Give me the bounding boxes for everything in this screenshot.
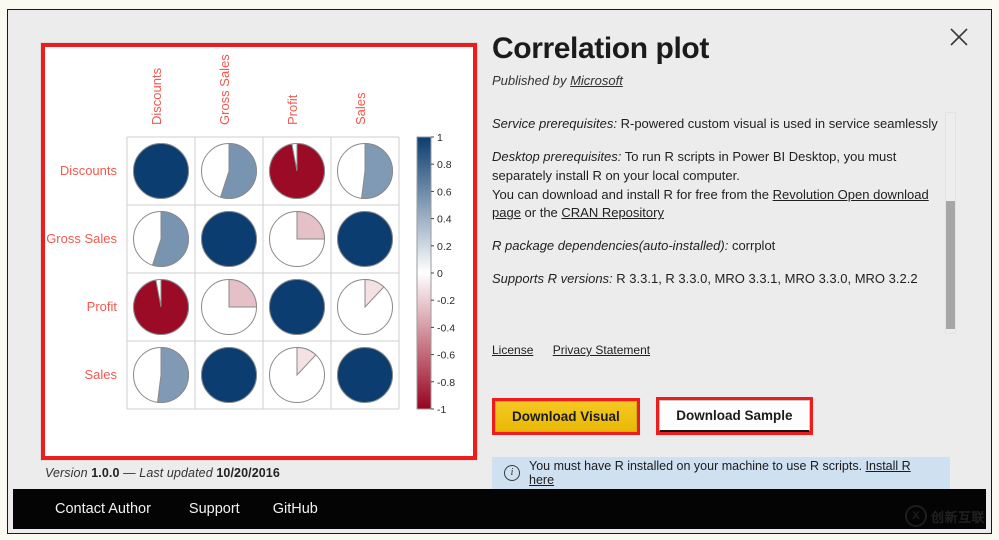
r-required-text: You must have R installed on your machin… bbox=[529, 459, 938, 487]
app-root: Discounts Gross Sales Profit Sales Discounts… bbox=[0, 0, 999, 540]
col-label-sales: Sales bbox=[353, 92, 368, 125]
pie-slice bbox=[201, 211, 257, 267]
paragraph-desktop-prereq: Desktop prerequisites: To run R scripts … bbox=[492, 148, 940, 223]
or-the-text: or the bbox=[520, 205, 562, 221]
info-icon: i bbox=[504, 465, 520, 481]
r-versions-text: R 3.3.1, R 3.3.0, MRO 3.3.1, MRO 3.3.0, … bbox=[612, 271, 918, 287]
pie-slice bbox=[269, 279, 325, 335]
package-deps-text: corrplot bbox=[728, 238, 776, 254]
privacy-statement-link[interactable]: Privacy Statement bbox=[553, 343, 650, 357]
published-prefix: Published by bbox=[492, 72, 567, 88]
colorbar-tick: 1 bbox=[437, 132, 443, 144]
r-versions-label: Supports R versions: bbox=[492, 271, 613, 287]
r-required-notice: i You must have R installed on your mach… bbox=[492, 457, 950, 489]
publisher-link[interactable]: Microsoft bbox=[570, 73, 623, 88]
colorbar-tick: -0.4 bbox=[437, 322, 455, 334]
download-sample-button[interactable]: Download Sample bbox=[659, 400, 810, 432]
watermark-text: 创新互联 bbox=[931, 509, 986, 525]
paragraph-service-prereq: Service prerequisites: R-powered custom … bbox=[492, 115, 940, 134]
close-icon bbox=[950, 28, 968, 46]
service-prereq-label: Service prerequisites: bbox=[492, 116, 617, 131]
colorbar bbox=[416, 136, 432, 410]
legal-links: License Privacy Statement bbox=[492, 343, 666, 357]
page-title: Correlation plot bbox=[492, 32, 709, 65]
row-label-sales: Sales bbox=[84, 367, 117, 382]
version-line: Version 1.0.0 — Last updated 10/20/2016 bbox=[45, 466, 280, 480]
download-visual-highlight: Download Visual bbox=[492, 397, 640, 435]
footer-item-contact-author[interactable]: Contact Author bbox=[55, 501, 151, 517]
scrollbar-thumb[interactable] bbox=[946, 201, 955, 329]
description-scrollbar[interactable] bbox=[945, 112, 956, 334]
correlation-plot: Discounts Gross Sales Profit Sales Discounts… bbox=[45, 47, 473, 456]
footer-item-support[interactable]: Support bbox=[189, 501, 240, 517]
watermark-logo-icon: X bbox=[905, 505, 927, 527]
updated-prefix: Last updated bbox=[139, 466, 213, 480]
colorbar-tick: -0.6 bbox=[437, 350, 455, 362]
license-link[interactable]: License bbox=[492, 343, 533, 357]
download-button-row: Download Visual Download Sample bbox=[492, 397, 825, 435]
cran-repository-link[interactable]: CRAN Repository bbox=[561, 205, 664, 220]
r-required-message: You must have R installed on your machin… bbox=[529, 459, 866, 473]
version-prefix: Version bbox=[45, 466, 88, 480]
paragraph-package-deps: R package dependencies(auto-installed): … bbox=[492, 237, 940, 256]
description-scroll-area[interactable]: Service prerequisites: R-powered custom … bbox=[492, 115, 940, 365]
pie-slice bbox=[337, 347, 393, 403]
col-label-discounts: Discounts bbox=[149, 67, 164, 125]
visual-preview: Discounts Gross Sales Profit Sales Discounts… bbox=[41, 43, 477, 460]
colorbar-tick: -1 bbox=[437, 404, 446, 416]
paragraph-r-versions: Supports R versions: R 3.3.1, R 3.3.0, M… bbox=[492, 270, 940, 289]
pie-slice bbox=[269, 142, 325, 199]
footer-item-github[interactable]: GitHub bbox=[273, 501, 318, 517]
colorbar-tick: 0 bbox=[437, 268, 443, 280]
colorbar-tick: 0.4 bbox=[437, 214, 452, 226]
colorbar-tick: -0.2 bbox=[437, 295, 455, 307]
row-label-discounts: Discounts bbox=[60, 163, 118, 178]
watermark: X 创新互联 bbox=[905, 503, 993, 529]
download-sentence: You can download and install R for free … bbox=[492, 186, 773, 202]
updated-value: 10/20/2016 bbox=[216, 466, 280, 480]
close-button[interactable] bbox=[946, 24, 972, 50]
desktop-prereq-label: Desktop prerequisites: bbox=[492, 148, 622, 164]
pie-slice bbox=[201, 347, 257, 403]
download-sample-highlight: Download Sample bbox=[656, 397, 813, 435]
service-prereq-text: R-powered custom visual is used in servi… bbox=[617, 116, 938, 131]
colorbar-tick: 0.6 bbox=[437, 186, 452, 198]
col-label-profit: Profit bbox=[285, 94, 300, 125]
pie-slice bbox=[133, 143, 189, 199]
colorbar-tick: 0.8 bbox=[437, 159, 452, 171]
package-deps-label: R package dependencies(auto-installed): bbox=[492, 238, 729, 254]
row-label-profit: Profit bbox=[87, 299, 118, 314]
footer-nav: Contact Author Support GitHub bbox=[13, 489, 986, 529]
pie-slice bbox=[133, 278, 189, 335]
pie-slice bbox=[337, 211, 393, 267]
download-visual-button[interactable]: Download Visual bbox=[495, 400, 637, 432]
publisher-line: Published by Microsoft bbox=[492, 73, 962, 88]
colorbar-tick: 0.2 bbox=[437, 241, 452, 253]
version-value: 1.0.0 bbox=[91, 466, 120, 480]
colorbar-tick: -0.8 bbox=[437, 377, 455, 389]
col-label-gross-sales: Gross Sales bbox=[217, 54, 232, 125]
version-separator: — bbox=[123, 466, 136, 480]
row-label-gross-sales: Gross Sales bbox=[46, 231, 117, 246]
details-pane: Correlation plot Published by Microsoft … bbox=[492, 32, 962, 489]
